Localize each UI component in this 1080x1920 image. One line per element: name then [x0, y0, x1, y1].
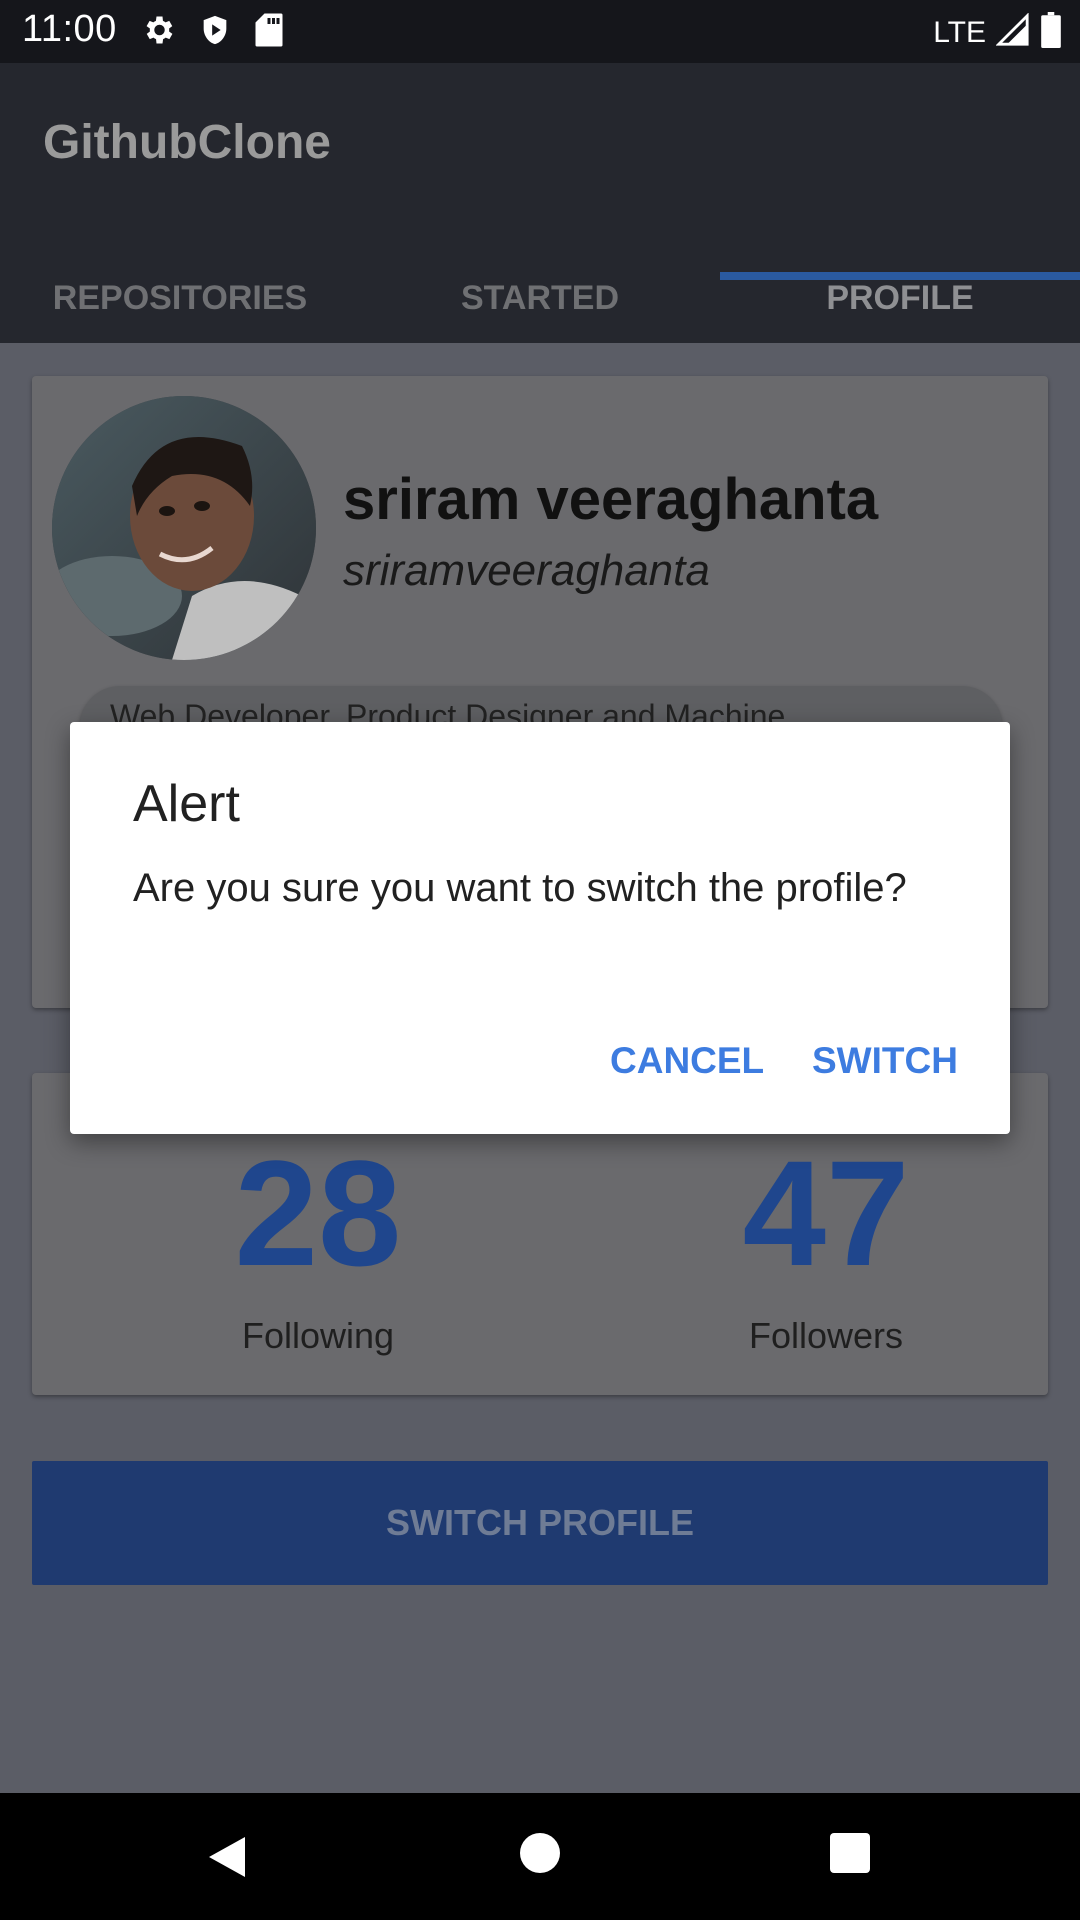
screen: 11:00 LTE GithubClone REPOSITORIES START…: [0, 0, 1080, 1920]
avatar: [52, 396, 316, 660]
following-label: Following: [241, 1315, 395, 1356]
app-bar: GithubClone REPOSITORIES STARTED PROFILE: [0, 63, 1080, 343]
tab-profile[interactable]: PROFILE: [720, 253, 1080, 343]
app-title: GithubClone: [43, 116, 331, 169]
shield-icon: [198, 12, 232, 53]
network-type: LTE: [933, 15, 986, 49]
back-icon[interactable]: [205, 1833, 249, 1886]
switch-profile-button[interactable]: SWITCH PROFILE: [32, 1461, 1048, 1585]
tab-repositories[interactable]: REPOSITORIES: [0, 253, 360, 343]
sd-card-icon: [254, 12, 284, 53]
dialog-title: Alert: [133, 775, 240, 833]
signal-icon: [995, 12, 1030, 52]
followers-stat[interactable]: 47 Followers: [676, 1133, 976, 1357]
home-icon[interactable]: [520, 1833, 560, 1878]
followers-label: Followers: [748, 1315, 904, 1356]
cancel-button[interactable]: CANCEL: [610, 1040, 764, 1082]
battery-icon: [1040, 12, 1062, 53]
switch-button[interactable]: SWITCH: [812, 1040, 958, 1082]
status-icons-left: [140, 12, 284, 53]
tab-bar: REPOSITORIES STARTED PROFILE: [0, 253, 1080, 343]
profile-name: sriram veeraghanta: [343, 467, 879, 532]
profile-username: sriramveeraghanta: [343, 546, 710, 595]
status-icons-right: LTE: [933, 12, 1062, 53]
settings-icon: [140, 12, 176, 53]
status-time: 11:00: [22, 8, 117, 50]
navigation-bar: [0, 1793, 1080, 1920]
status-bar: 11:00 LTE: [0, 0, 1080, 63]
following-count: 28: [234, 1129, 402, 1297]
tab-started[interactable]: STARTED: [360, 253, 720, 343]
followers-count: 47: [742, 1129, 910, 1297]
alert-dialog: Alert Are you sure you want to switch th…: [70, 722, 1010, 1134]
following-stat[interactable]: 28 Following: [168, 1133, 468, 1357]
recents-icon[interactable]: [830, 1833, 870, 1878]
tab-indicator: [720, 272, 1080, 280]
dialog-message: Are you sure you want to switch the prof…: [133, 866, 907, 910]
